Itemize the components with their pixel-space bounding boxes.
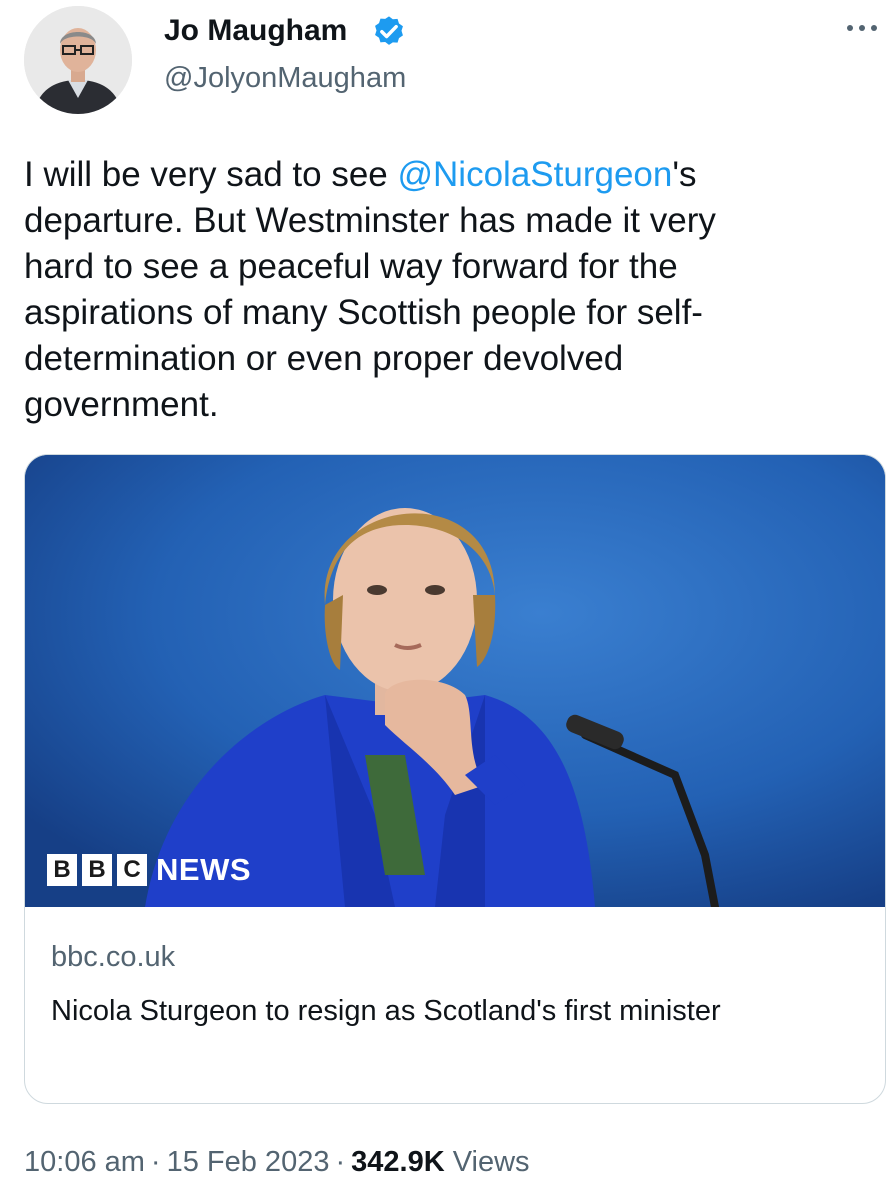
tweet-text-before: I will be very sad to see bbox=[24, 155, 398, 194]
tweet-date[interactable]: 15 Feb 2023 bbox=[167, 1146, 330, 1178]
card-domain: bbc.co.uk bbox=[51, 941, 176, 973]
meta-separator: · bbox=[335, 1146, 346, 1178]
views-count: 342.9K bbox=[351, 1146, 445, 1178]
views-label: Views bbox=[452, 1146, 530, 1178]
author-avatar[interactable] bbox=[24, 6, 132, 114]
link-preview-card[interactable]: B B C NEWS bbc.co.uk Nicola Sturgeon to … bbox=[24, 454, 886, 1104]
card-photo-illustration bbox=[25, 455, 885, 907]
bbc-logo-letter-3: C bbox=[117, 854, 147, 886]
author-handle[interactable]: @JolyonMaugham bbox=[164, 62, 406, 95]
bbc-logo-letter-2: B bbox=[82, 854, 112, 886]
author-name[interactable]: Jo Maugham bbox=[164, 14, 347, 48]
tweet-time[interactable]: 10:06 am bbox=[24, 1146, 145, 1178]
bbc-logo-letter-1: B bbox=[47, 854, 77, 886]
tweet-meta: 10:06 am · 15 Feb 2023 · 342.9K Views bbox=[24, 1146, 530, 1179]
mention-link[interactable]: @NicolaSturgeon bbox=[398, 155, 673, 194]
tweet-text-after: 's departure. But Westminster has made i… bbox=[24, 155, 716, 424]
bbc-logo-news-word: NEWS bbox=[156, 852, 251, 887]
avatar-portrait-image bbox=[24, 6, 132, 114]
card-title: Nicola Sturgeon to resign as Scotland's … bbox=[51, 995, 721, 1027]
card-image: B B C NEWS bbox=[25, 455, 885, 907]
meta-separator: · bbox=[150, 1146, 161, 1178]
verified-badge-icon[interactable] bbox=[370, 14, 408, 52]
bbc-news-logo: B B C NEWS bbox=[47, 852, 251, 887]
more-options-icon[interactable] bbox=[842, 14, 882, 42]
tweet-text: I will be very sad to see @NicolaSturgeo… bbox=[24, 152, 874, 428]
